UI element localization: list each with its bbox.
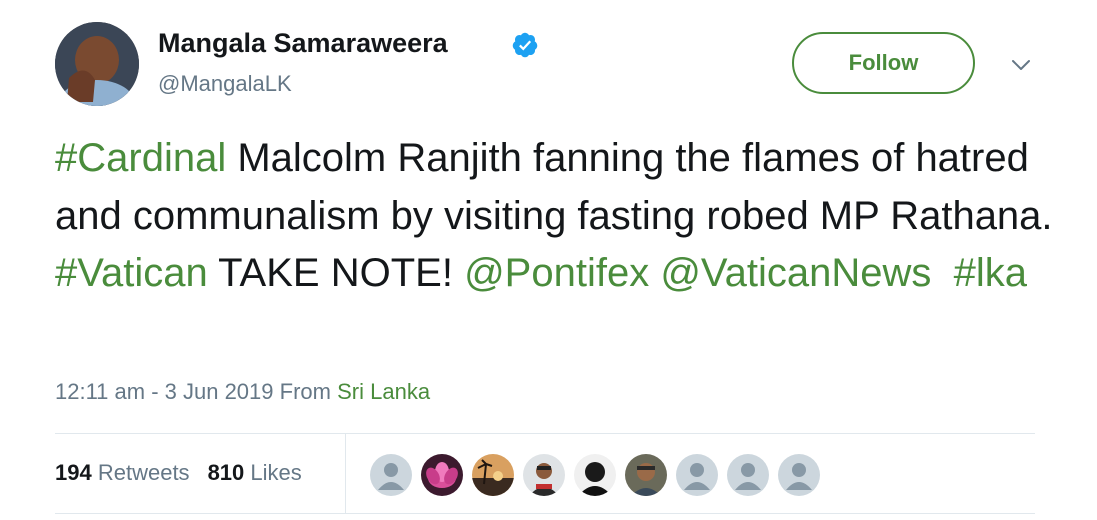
author-avatar[interactable]: [55, 22, 139, 106]
follow-button[interactable]: Follow: [792, 32, 975, 94]
lotus-photo-avatar[interactable]: [419, 452, 465, 498]
mention-pontifex[interactable]: @Pontifex: [464, 251, 649, 295]
silhouette-photo-avatar[interactable]: [572, 452, 618, 498]
liked-by-avatars: [368, 452, 827, 498]
hashtag-lka[interactable]: #lka: [954, 251, 1027, 295]
chevron-down-icon[interactable]: [1008, 55, 1034, 75]
tweet-text-part-2: TAKE NOTE!: [207, 251, 465, 295]
likes-label: Likes: [250, 460, 302, 485]
verified-badge-icon: [512, 32, 538, 58]
retweets-count: 194: [55, 460, 92, 485]
default-avatar-icon[interactable]: [674, 452, 720, 498]
hashtag-vatican[interactable]: #Vatican: [55, 251, 208, 295]
tweet-location[interactable]: Sri Lanka: [337, 379, 430, 404]
likes-count: 810: [207, 460, 245, 485]
default-avatar-icon[interactable]: [776, 452, 822, 498]
mention-vaticannews[interactable]: @VaticanNews: [660, 251, 931, 295]
from-label: From: [279, 379, 331, 404]
likes-stat[interactable]: 810 Likes: [208, 460, 302, 485]
stats-divider: [345, 434, 346, 513]
default-avatar-icon[interactable]: [725, 452, 771, 498]
divider: [55, 433, 1035, 434]
author-name[interactable]: Mangala Samaraweera: [158, 28, 448, 59]
author-handle[interactable]: @MangalaLK: [158, 71, 292, 97]
retweets-stat[interactable]: 194 Retweets: [55, 460, 190, 485]
man-photo-avatar[interactable]: [623, 452, 669, 498]
divider: [55, 513, 1035, 514]
person-photo-avatar[interactable]: [521, 452, 567, 498]
default-avatar-icon[interactable]: [368, 452, 414, 498]
tweet-timestamp[interactable]: 12:11 am - 3 Jun 2019: [55, 379, 274, 404]
tweet-meta: 12:11 am - 3 Jun 2019 From Sri Lanka: [55, 379, 430, 405]
sunset-photo-avatar[interactable]: [470, 452, 516, 498]
hashtag-cardinal[interactable]: #Cardinal: [55, 136, 226, 180]
tweet-stats: 194 Retweets 810 Likes: [55, 460, 302, 486]
tweet-text: #Cardinal Malcolm Ranjith fanning the fl…: [55, 130, 1055, 303]
retweets-label: Retweets: [97, 460, 190, 485]
